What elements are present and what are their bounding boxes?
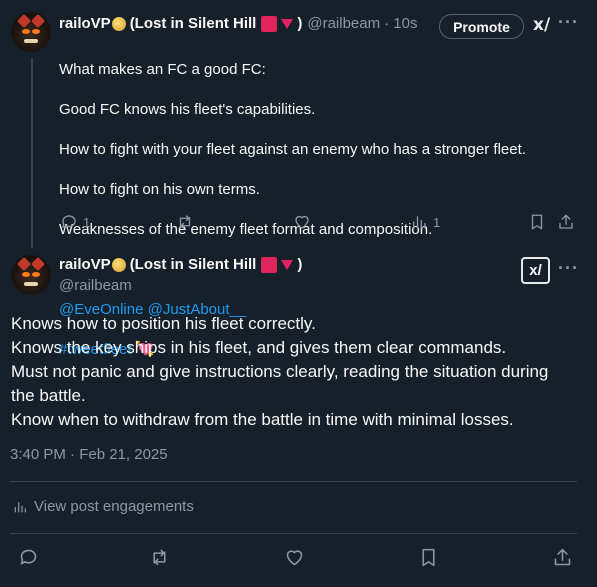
repost-icon	[153, 549, 166, 566]
post-timestamp[interactable]: 3:40 PM · Feb 21, 2025	[10, 446, 168, 463]
handle[interactable]: @railbeam	[307, 15, 380, 32]
repost-button[interactable]	[149, 547, 170, 568]
tweet2-header: railoVP (Lost in Silent Hill )	[59, 256, 302, 273]
grok-icon[interactable]: x/	[521, 257, 550, 284]
bookmark-button[interactable]	[528, 213, 546, 231]
avatar-horn	[30, 13, 46, 29]
share-button[interactable]	[557, 213, 575, 231]
bookmark-icon	[531, 214, 543, 230]
share-icon	[554, 548, 571, 566]
share-icon	[559, 214, 573, 229]
red-triangle-emoji-icon	[281, 259, 294, 270]
views-count: 1	[433, 214, 441, 230]
reply-icon	[62, 215, 76, 228]
engagements-label: View post engagements	[34, 498, 194, 515]
like-button[interactable]	[284, 547, 305, 568]
heart-icon	[295, 215, 309, 229]
display-name-close: )	[297, 256, 303, 273]
thread-line	[31, 58, 33, 248]
tweet1-line: Good FC knows his fleet's capabilities.	[59, 101, 316, 118]
camera-emoji-icon	[111, 16, 126, 31]
bookmark-icon	[422, 548, 435, 567]
avatar-eye	[32, 29, 40, 34]
avatar-eye	[32, 272, 40, 277]
repost-button[interactable]	[176, 213, 194, 231]
avatar-eye	[22, 272, 30, 277]
display-name-suffix[interactable]: (Lost in Silent Hill	[130, 256, 257, 273]
red-square-emoji-icon	[261, 15, 278, 32]
avatar-mouth	[24, 282, 38, 286]
reply-button[interactable]: 1	[60, 213, 90, 231]
handle[interactable]: @railbeam	[59, 277, 132, 294]
more-options-icon[interactable]: ···	[558, 258, 579, 279]
tweet1-line: How to fight with your fleet against an …	[59, 141, 526, 158]
avatar-eye	[22, 29, 30, 34]
grok-icon[interactable]: x/	[533, 15, 550, 35]
analytics-icon	[14, 501, 26, 512]
post-time[interactable]: · 10s	[384, 15, 417, 32]
avatar[interactable]	[11, 255, 51, 295]
reply-icon	[20, 549, 37, 565]
avatar-horn	[16, 256, 32, 272]
red-square-emoji-icon	[261, 256, 278, 273]
display-name[interactable]: railoVP	[59, 256, 111, 273]
tweet1-line: What makes an FC a good FC:	[59, 61, 266, 78]
avatar-horn	[30, 256, 46, 272]
divider	[10, 481, 577, 482]
more-options-icon[interactable]: ···	[558, 12, 579, 33]
avatar-horn	[16, 13, 32, 29]
analytics-icon	[413, 216, 426, 229]
avatar[interactable]	[11, 12, 51, 52]
avatar-mouth	[24, 39, 38, 43]
tweet2-body: Knows how to position his fleet correctl…	[11, 314, 549, 429]
bookmark-button[interactable]	[418, 547, 439, 568]
display-name-close: )	[297, 15, 303, 32]
repost-icon	[179, 215, 191, 229]
reply-button[interactable]	[18, 547, 39, 568]
camera-emoji-icon	[111, 257, 126, 272]
views-button[interactable]: 1	[410, 213, 440, 231]
display-name-suffix[interactable]: (Lost in Silent Hill	[130, 15, 257, 32]
share-button[interactable]	[552, 547, 573, 568]
red-triangle-emoji-icon	[281, 18, 294, 29]
reply-count: 1	[83, 214, 91, 230]
tweet1-line: How to fight on his own terms.	[59, 181, 260, 198]
tweet1-header: railoVP (Lost in Silent Hill ) @railbeam…	[59, 15, 417, 32]
like-button[interactable]	[293, 213, 311, 231]
heart-icon	[286, 550, 303, 566]
divider	[10, 533, 577, 534]
promote-button[interactable]: Promote	[439, 14, 524, 39]
view-engagements-link[interactable]: View post engagements	[12, 498, 194, 515]
tweet1-line: Weaknesses of the enemy fleet format and…	[59, 221, 433, 238]
display-name[interactable]: railoVP	[59, 15, 111, 32]
